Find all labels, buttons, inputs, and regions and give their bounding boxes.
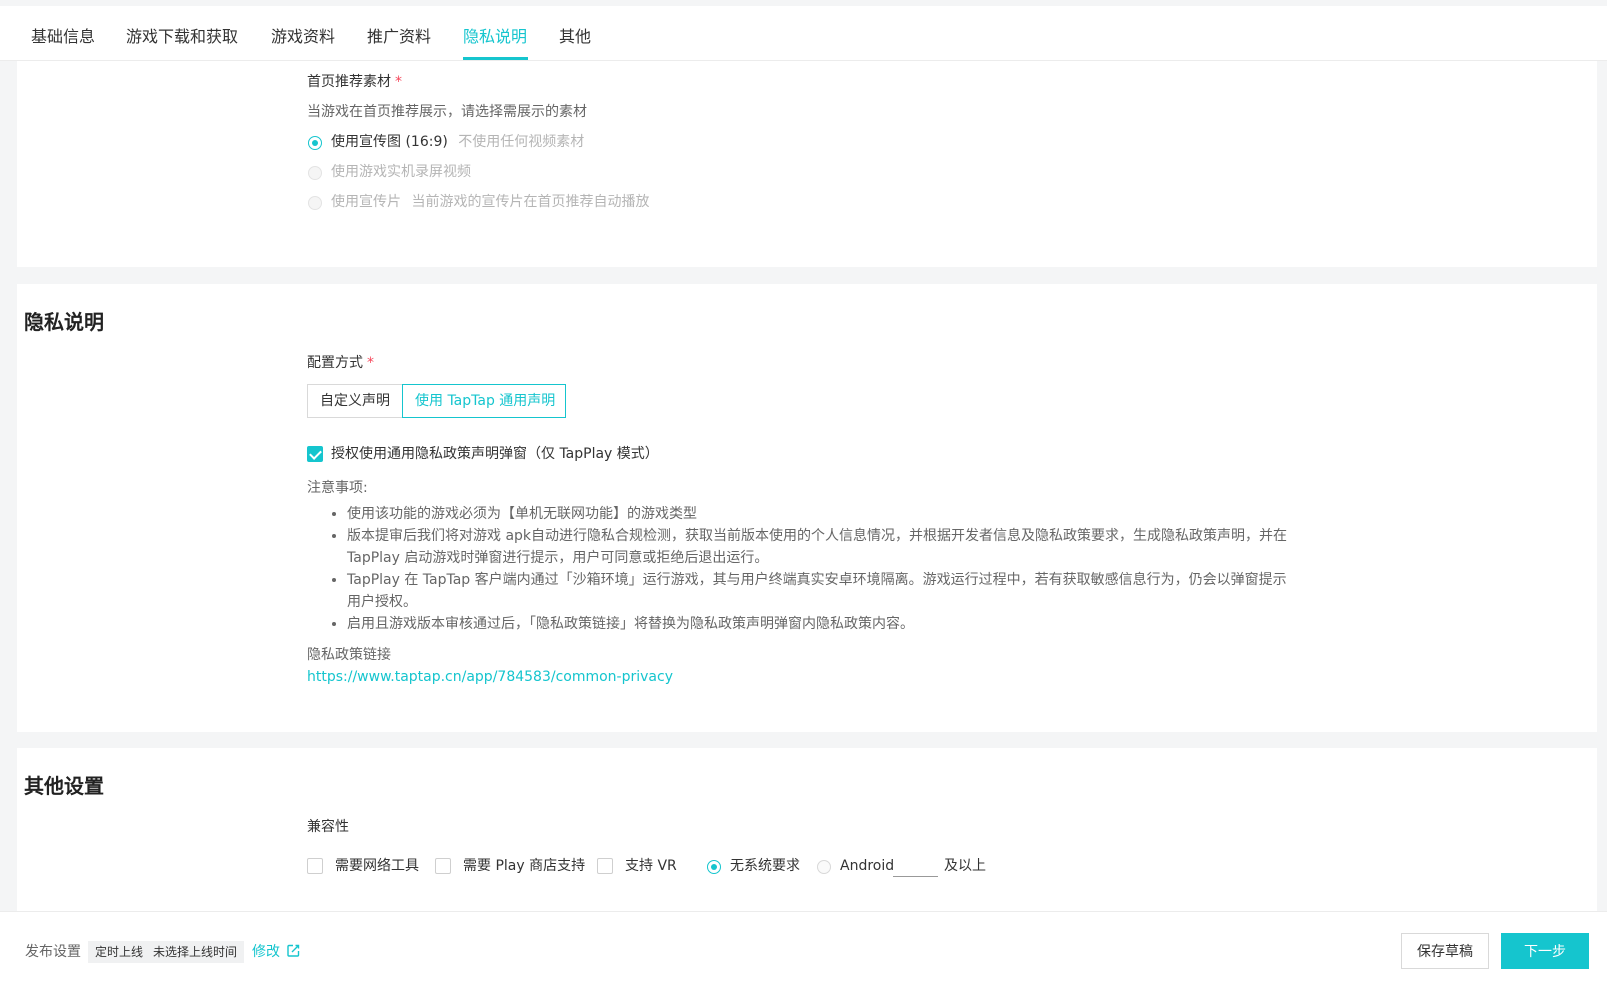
note-item: 版本提审后我们将对游戏 apk自动进行隐私合规检测，获取当前版本使用的个人信息情… [347,525,1297,569]
checkbox-network-tool[interactable] [307,858,323,874]
radio-promo-image[interactable] [308,136,322,150]
notes-block: 注意事项: 使用该功能的游戏必须为【单机无联网功能】的游戏类型 版本提审后我们将… [307,477,1297,635]
top-divider [0,0,1607,6]
policy-link-label: 隐私政策链接 [307,647,391,663]
radio-gameplay-video[interactable] [308,166,322,180]
radio-trailer[interactable] [308,196,322,210]
tab-privacy[interactable]: 隐私说明 [463,26,527,48]
active-tab-indicator [463,57,528,60]
homepage-material-label: 首页推荐素材 * [307,74,402,90]
footer-bar: 发布设置 定时上线 未选择上线时间 修改 保存草稿 下一步 [0,911,1607,989]
note-item: TapPlay 在 TapTap 客户端内通过「沙箱环境」运行游戏，其与用户终端… [347,569,1297,613]
homepage-material-hint: 当游戏在首页推荐展示，请选择需展示的素材 [307,104,587,120]
tab-basic-info[interactable]: 基础信息 [31,26,95,48]
next-step-button[interactable]: 下一步 [1501,933,1589,969]
segment-custom-statement[interactable]: 自定义声明 [307,384,403,418]
external-edit-icon [287,944,300,957]
config-method-label: 配置方式 * [307,355,374,371]
authorize-checkbox-label: 授权使用通用隐私政策声明弹窗（仅 TapPlay 模式） [331,446,659,462]
android-version-input[interactable] [893,858,938,877]
save-draft-button[interactable]: 保存草稿 [1401,933,1489,969]
radio-promo-image-label: 使用宣传图 (16:9) 不使用任何视频素材 [331,134,585,150]
segment-taptap-statement[interactable]: 使用 TapTap 通用声明 [402,384,566,418]
tab-promotion[interactable]: 推广资料 [367,26,431,48]
tab-download[interactable]: 游戏下载和获取 [126,26,238,48]
checkbox-vr-label: 支持 VR [625,858,677,874]
radio-no-system-requirement[interactable] [707,860,721,874]
android-suffix: 及以上 [944,858,986,874]
radio-android[interactable] [817,860,831,874]
radio-gameplay-video-label: 使用游戏实机录屏视频 [331,164,471,180]
modify-link[interactable]: 修改 [252,942,300,962]
checkbox-play-store-label: 需要 Play 商店支持 [463,858,586,874]
radio-android-label: Android [840,858,895,874]
tab-bar: 基础信息 游戏下载和获取 游戏资料 推广资料 隐私说明 其他 [0,0,1607,61]
tab-game-info[interactable]: 游戏资料 [271,26,335,48]
radio-trailer-label: 使用宣传片 当前游戏的宣传片在首页推荐自动播放 [331,194,650,210]
radio-no-system-requirement-label: 无系统要求 [730,858,800,874]
promotion-card [17,61,1597,267]
privacy-section-title: 隐私说明 [24,310,104,334]
other-settings-title: 其他设置 [24,774,104,798]
compat-label: 兼容性 [307,819,349,835]
policy-link[interactable]: https://www.taptap.cn/app/784583/common-… [307,667,673,687]
note-item: 使用该功能的游戏必须为【单机无联网功能】的游戏类型 [347,503,1297,525]
checkbox-play-store[interactable] [435,858,451,874]
authorize-checkbox[interactable] [307,446,323,462]
publish-status-badge: 定时上线 未选择上线时间 [88,941,245,963]
checkbox-vr[interactable] [597,858,613,874]
notes-list: 使用该功能的游戏必须为【单机无联网功能】的游戏类型 版本提审后我们将对游戏 ap… [307,503,1297,635]
checkbox-network-tool-label: 需要网络工具 [335,858,419,874]
tab-other[interactable]: 其他 [559,26,591,48]
publish-settings-label: 发布设置 [25,944,81,960]
notes-title: 注意事项: [307,480,368,496]
note-item: 启用且游戏版本审核通过后，「隐私政策链接」将替换为隐私政策声明弹窗内隐私政策内容… [347,613,1297,635]
other-settings-card [17,748,1597,911]
